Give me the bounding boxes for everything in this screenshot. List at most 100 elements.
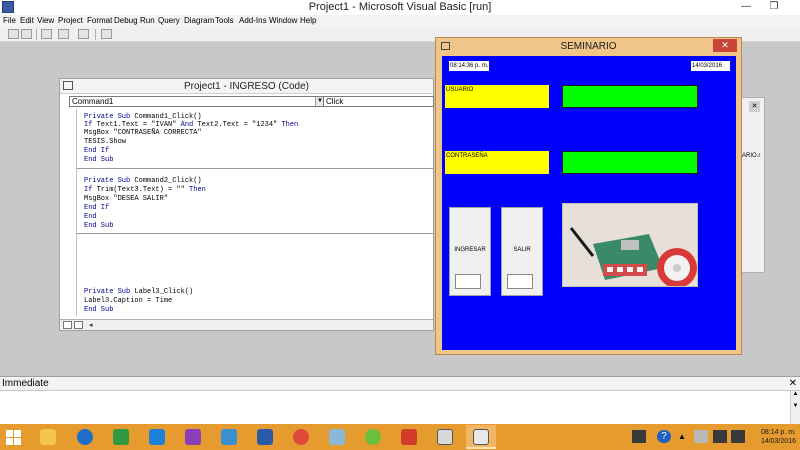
user-label: USUARIO [445, 85, 549, 108]
menu-tools[interactable]: Tools [215, 15, 234, 27]
help-icon[interactable]: ? [657, 430, 671, 443]
network-icon[interactable] [713, 430, 727, 443]
wifi-card-image [562, 203, 698, 287]
ide-title-bar: Project1 - Microsoft Visual Basic [run] … [0, 0, 800, 15]
code-window-status: ◂ [60, 319, 433, 330]
code-line: End If [84, 204, 110, 212]
procedure-view-icon[interactable] [63, 321, 72, 329]
code-line: End [84, 213, 97, 221]
object-combo-value: Command1 [72, 97, 114, 106]
code-window: Project1 - INGRESO (Code) Command1 ▼ Cli… [59, 78, 434, 331]
taskbar: ? ▲ 08:14 p. m. 14/03/2016 [0, 424, 800, 450]
seminario-form: SEMINARIO ✕ 08:14:36 p. m. 14/03/2016 US… [435, 37, 742, 355]
code-line: MsgBox "DESEA SALIR" [84, 195, 169, 203]
exit-text-box[interactable] [507, 274, 533, 289]
menu-view[interactable]: View [37, 15, 54, 27]
app-icon[interactable] [322, 425, 352, 449]
code-line: TESIS.Show [84, 138, 127, 146]
clock-date: 14/03/2016 [760, 438, 796, 445]
store-icon[interactable] [106, 425, 136, 449]
menu-run[interactable]: Run [140, 15, 155, 27]
password-input[interactable] [562, 151, 698, 174]
taskbar-clock[interactable]: 08:14 p. m. 14/03/2016 [748, 428, 796, 446]
menu-add-ins[interactable]: Add-Ins [239, 15, 267, 27]
code-editor[interactable]: Private Sub Command1_Click() If Text1.Te… [76, 109, 433, 316]
windows-start-button[interactable] [6, 430, 21, 445]
vb-ide-icon[interactable] [430, 425, 460, 449]
scroll-left-icon[interactable]: ◂ [89, 321, 93, 329]
menu-query[interactable]: Query [158, 15, 180, 27]
procedure-separator [77, 233, 433, 234]
menu-help[interactable]: Help [300, 15, 316, 27]
close-icon[interactable]: ✕ [789, 378, 797, 389]
close-button[interactable]: ✕ [713, 39, 737, 52]
user-input[interactable] [562, 85, 698, 108]
form-title: SEMINARIO [560, 41, 617, 52]
menu-debug[interactable]: Debug [114, 15, 138, 27]
code-line: Private Sub Label3_Click() [84, 288, 194, 296]
restore-icon[interactable]: ❐ [760, 0, 788, 15]
login-button[interactable]: INGRESAR [449, 207, 491, 296]
tray-app-icon[interactable] [694, 430, 708, 443]
ide-title: Project1 - Microsoft Visual Basic [run] [308, 1, 492, 13]
procedure-separator [77, 168, 433, 169]
lime-app-icon[interactable] [358, 425, 388, 449]
password-label: CONTRASEÑA [445, 151, 549, 174]
code-line: Private Sub Command1_Click() [84, 113, 202, 121]
toolbar-button[interactable] [41, 29, 52, 39]
login-button-label: INGRESAR [454, 247, 486, 253]
code-line: End Sub [84, 222, 114, 230]
code-line: If Trim(Text3.Text) = "" Then [84, 186, 206, 194]
form-title-bar[interactable]: SEMINARIO ✕ [436, 38, 741, 54]
menu-diagram[interactable]: Diagram [184, 15, 214, 27]
toolbar-button[interactable] [21, 29, 32, 39]
close-icon[interactable]: ✕ [749, 101, 760, 112]
chevron-up-icon[interactable]: ▲ [678, 430, 692, 443]
internet-explorer-icon[interactable] [70, 425, 100, 449]
keyboard-icon[interactable] [632, 430, 646, 443]
running-form-icon[interactable] [466, 425, 496, 449]
menu-edit[interactable]: Edit [20, 15, 34, 27]
toolbar-button[interactable] [78, 29, 89, 39]
lock-icon[interactable] [101, 29, 112, 39]
background-window: ✕ ARIO.r [741, 97, 765, 273]
full-module-view-icon[interactable] [74, 321, 83, 329]
code-line: MsgBox "CONTRASEÑA CORRECTA" [84, 129, 202, 137]
code-line: Private Sub Command2_Click() [84, 177, 202, 185]
wifi-card-picture [563, 204, 697, 286]
word-icon[interactable] [250, 425, 280, 449]
menu-window[interactable]: Window [269, 15, 297, 27]
procedure-combo-value: Click [326, 97, 344, 106]
exit-button[interactable]: SALIR [501, 207, 543, 296]
immediate-scrollbar[interactable]: ▲ ▼ [790, 391, 800, 425]
clock-time: 08:14 p. m. [760, 429, 796, 436]
volume-icon[interactable] [731, 430, 745, 443]
login-text-box[interactable] [455, 274, 481, 289]
exit-button-label: SALIR [513, 247, 531, 253]
code-line: Label3.Caption = Time [84, 297, 173, 305]
file-explorer-icon[interactable] [33, 425, 63, 449]
immediate-title: Immediate [2, 378, 49, 389]
code-line: If Text1.Text = "IVAN" And Text2.Text = … [84, 121, 299, 129]
form-client-area: 08:14:36 p. m. 14/03/2016 USUARIO CONTRA… [442, 56, 736, 350]
minimize-icon[interactable]: — [732, 0, 760, 15]
menu-file[interactable]: File [3, 15, 16, 27]
immediate-title-bar[interactable]: Immediate ✕ [0, 377, 800, 391]
code-window-title: Project1 - INGRESO (Code) [183, 81, 310, 92]
procedure-combo[interactable]: Click [323, 96, 434, 107]
menu-format[interactable]: Format [87, 15, 112, 27]
code-line: End Sub [84, 306, 114, 314]
dropbox-icon[interactable] [142, 425, 172, 449]
toolbar-separator [36, 29, 37, 40]
flash-icon[interactable] [394, 425, 424, 449]
chrome-icon[interactable] [286, 425, 316, 449]
object-combo[interactable]: Command1 ▼ [69, 96, 325, 107]
remote-desktop-icon[interactable] [214, 425, 244, 449]
toolbar-button[interactable] [8, 29, 19, 39]
photos-app-icon[interactable] [178, 425, 208, 449]
menu-project[interactable]: Project [58, 15, 83, 27]
code-window-title-bar[interactable]: Project1 - INGRESO (Code) [60, 79, 433, 94]
time-label[interactable]: 08:14:36 p. m. [449, 61, 489, 71]
toolbar-button[interactable] [58, 29, 69, 39]
menu-bar: File Edit View Project Format Debug Run … [0, 15, 800, 27]
